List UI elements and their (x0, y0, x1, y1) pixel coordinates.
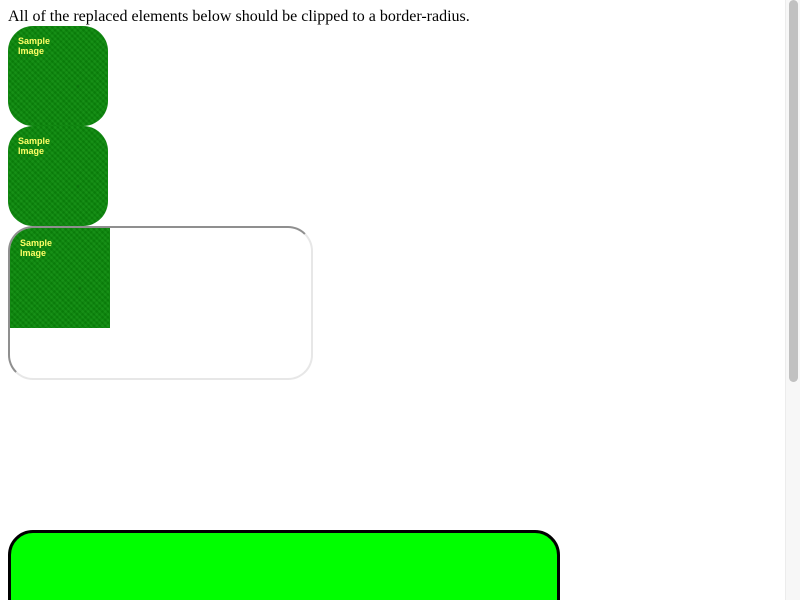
page-content: All of the replaced elements below shoul… (8, 8, 784, 600)
sample-image: Sample Image (8, 126, 108, 226)
sample-image: Sample Image (10, 228, 110, 328)
bordered-container: Sample Image (8, 226, 313, 380)
image-caption: Sample Image (18, 36, 51, 56)
scrollbar-thumb[interactable] (789, 0, 798, 382)
image-caption: Sample Image (18, 136, 51, 156)
rounded-green-box (8, 530, 560, 600)
vertical-scrollbar[interactable] (785, 0, 800, 600)
image-caption: Sample Image (20, 238, 53, 258)
sample-image: Sample Image (8, 26, 108, 126)
intro-text: All of the replaced elements below shoul… (8, 8, 470, 25)
